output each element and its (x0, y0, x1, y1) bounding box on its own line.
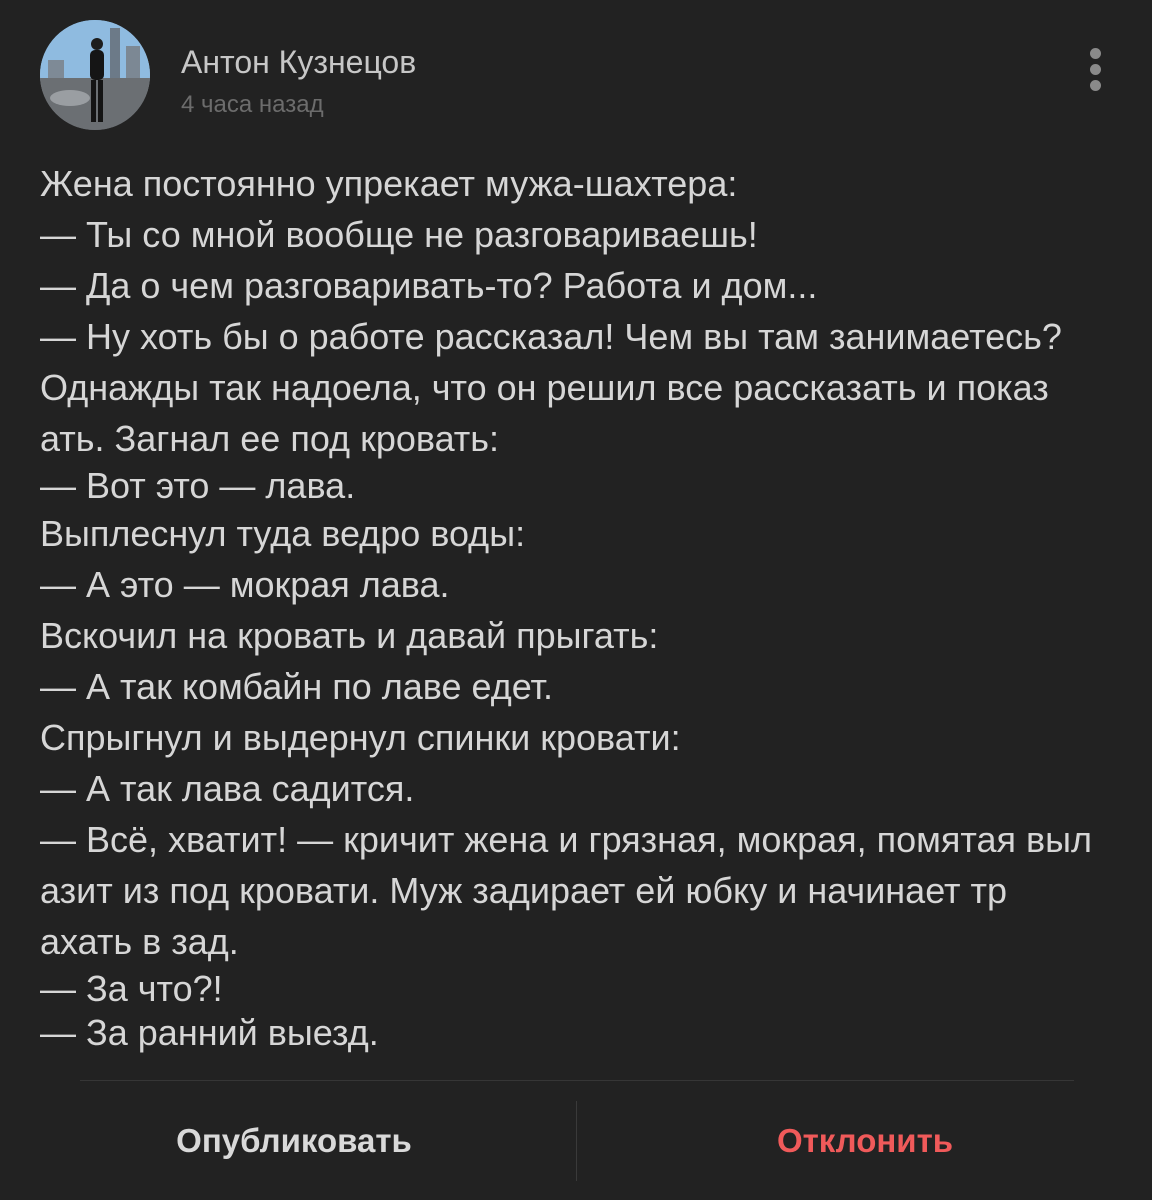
post-text-line: Выплеснул туда ведро воды: (40, 513, 526, 554)
post-text-line: Спрыгнул и выдернул спинки кровати: (40, 717, 681, 758)
post-text-line: ахать в зад. (40, 921, 239, 962)
post-text-line: — Ну хоть бы о работе рассказал! Чем вы … (40, 316, 1062, 357)
post-text-line: — Да о чем разговаривать-то? Работа и до… (40, 265, 818, 306)
post-text-line: Вскочил на кровать и давай прыгать: (40, 615, 659, 656)
post-card: Антон Кузнецов 4 часа назад Жена постоян… (0, 0, 1152, 1200)
post-text-line: азит из под кровати. Муж задирает ей юбк… (40, 870, 1008, 911)
post-text-line: — За ранний выезд. (40, 1012, 379, 1053)
post-text-line: Однажды так надоела, что он решил все ра… (40, 367, 1049, 408)
post-timestamp: 4 часа назад (181, 91, 324, 118)
post-text-line: — А так лава садится. (40, 768, 415, 809)
avatar[interactable] (40, 20, 150, 130)
vertical-ellipsis-icon (1090, 80, 1101, 91)
post-text-line: — Вот это — лава. (40, 465, 356, 506)
post-header: Антон Кузнецов 4 часа назад (40, 20, 1112, 130)
post-text-line: — А так комбайн по лаве едет. (40, 666, 554, 707)
post-text-line: — А это — мокрая лава. (40, 564, 450, 605)
publish-button[interactable]: Опубликовать (12, 1081, 576, 1200)
post-text-line: ать. Загнал ее под кровать: (40, 418, 500, 459)
avatar-photo (40, 20, 150, 130)
vertical-ellipsis-icon (1090, 48, 1101, 59)
vertical-ellipsis-icon (1090, 64, 1101, 75)
post-text-line: — За что?! (40, 968, 223, 1009)
author-name[interactable]: Антон Кузнецов (181, 42, 416, 82)
post-text-line: — Всё, хватит! — кричит жена и грязная, … (40, 819, 1093, 860)
reject-button[interactable]: Отклонить (577, 1081, 1152, 1200)
moderation-actions: Опубликовать Отклонить (0, 1081, 1152, 1200)
more-options-button[interactable] (1080, 48, 1112, 94)
post-text-line: Жена постоянно упрекает мужа-шахтера: (40, 163, 738, 204)
post-text-line: — Ты со мной вообще не разговариваешь! (40, 214, 758, 255)
post-body: Жена постоянно упрекает мужа-шахтера: — … (40, 158, 1120, 1055)
